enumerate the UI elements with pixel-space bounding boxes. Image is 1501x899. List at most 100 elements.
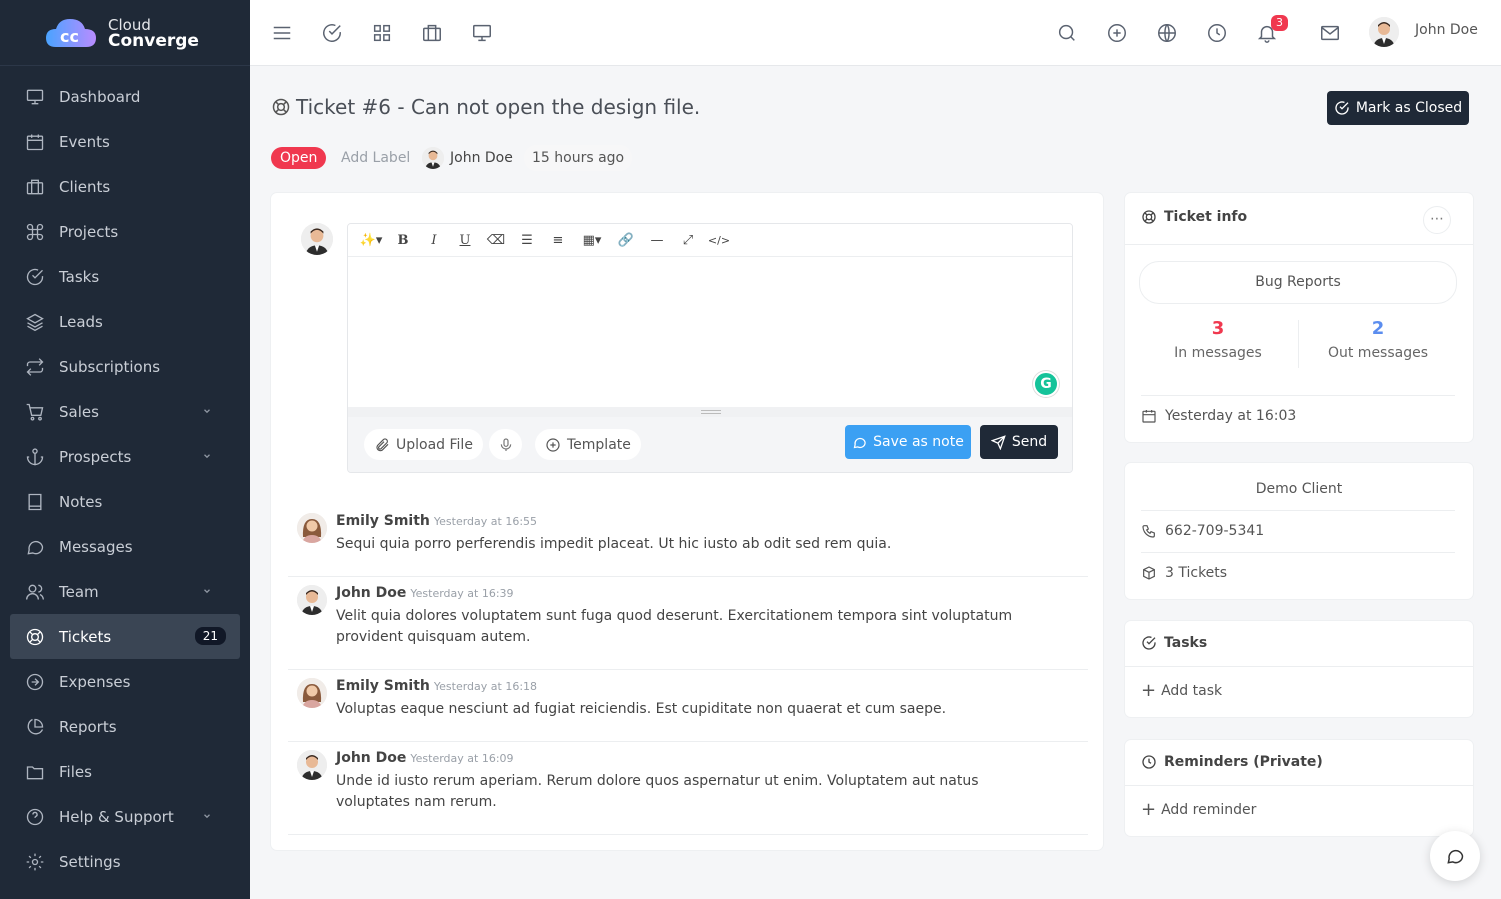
- brand-logo[interactable]: cc Cloud Converge: [0, 0, 250, 66]
- sidebar-item-label: Help & Support: [59, 807, 174, 826]
- upload-file-label: Upload File: [396, 436, 473, 453]
- message-author[interactable]: John Doe: [336, 750, 406, 766]
- sidebar-item-notes[interactable]: Notes: [0, 479, 240, 524]
- plus-circle-icon[interactable]: [1106, 22, 1128, 44]
- sidebar-item-help-support[interactable]: Help & Support: [0, 794, 240, 839]
- chat-widget-button[interactable]: [1430, 831, 1480, 881]
- search-icon[interactable]: [1056, 22, 1078, 44]
- message-author[interactable]: Emily Smith: [336, 678, 430, 694]
- user-name[interactable]: John Doe: [1415, 22, 1478, 38]
- sidebar-item-leads[interactable]: Leads: [0, 299, 240, 344]
- message-item: John Doe Yesterday at 16:39 Velit quia dol…: [288, 577, 1088, 670]
- client-name[interactable]: Demo Client: [1125, 481, 1473, 497]
- box-icon: [1141, 565, 1157, 581]
- tasks-title: Tasks: [1164, 635, 1208, 651]
- monitor-icon[interactable]: [471, 22, 493, 44]
- plus-circle-icon: [545, 437, 561, 453]
- check-circle-icon[interactable]: [321, 22, 343, 44]
- message-author[interactable]: John Doe: [336, 585, 406, 601]
- save-as-note-button[interactable]: Save as note: [845, 425, 971, 459]
- sidebar-item-clients[interactable]: Clients: [0, 164, 240, 209]
- sidebar-item-projects[interactable]: Projects: [0, 209, 240, 254]
- sidebar-item-expenses[interactable]: Expenses: [0, 659, 240, 704]
- sidebar-item-tasks[interactable]: Tasks: [0, 254, 240, 299]
- mail-icon[interactable]: [1319, 22, 1341, 44]
- save-as-note-label: Save as note: [873, 434, 964, 450]
- anchor-icon: [25, 447, 45, 467]
- send-button[interactable]: Send: [980, 425, 1058, 459]
- message-body: Voluptas eaque nesciunt ad fugiat reicie…: [336, 701, 947, 717]
- assignee-avatar: [422, 147, 444, 169]
- paperclip-icon: [374, 437, 390, 453]
- reminders-panel: Reminders (Private) + Add reminder: [1125, 740, 1473, 836]
- fullscreen-icon[interactable]: ⤢: [674, 228, 702, 252]
- more-options-icon[interactable]: ⋯: [1423, 206, 1451, 234]
- sidebar-item-team[interactable]: Team: [0, 569, 240, 614]
- sidebar-item-reports[interactable]: Reports: [0, 704, 240, 749]
- upload-file-button[interactable]: Upload File: [364, 429, 483, 460]
- horizontal-rule-icon[interactable]: —: [643, 228, 671, 252]
- sidebar-item-dashboard[interactable]: Dashboard: [0, 74, 240, 119]
- message-body: Sequi quia porro perferendis impedit pla…: [336, 536, 892, 552]
- sidebar-item-label: Sales: [59, 402, 99, 421]
- help-circle-icon: [25, 807, 45, 827]
- sidebar-item-sales[interactable]: Sales: [0, 389, 240, 434]
- sidebar-item-subscriptions[interactable]: Subscriptions: [0, 344, 240, 389]
- numbered-list-icon[interactable]: ≡: [544, 228, 572, 252]
- client-panel: Demo Client 662-709-5341 3 Tickets: [1125, 463, 1473, 599]
- add-task-button[interactable]: + Add task: [1141, 682, 1222, 700]
- grammarly-icon[interactable]: G: [1033, 371, 1059, 397]
- composer-avatar: [301, 223, 333, 255]
- bold-icon[interactable]: B: [389, 228, 417, 252]
- reminders-heading: Reminders (Private): [1141, 754, 1323, 770]
- link-icon[interactable]: 🔗: [612, 228, 640, 252]
- briefcase-icon[interactable]: [421, 22, 443, 44]
- check-circle-icon: [25, 267, 45, 287]
- chevron-down-icon: [202, 406, 212, 416]
- client-tickets[interactable]: 3 Tickets: [1141, 565, 1227, 581]
- table-icon[interactable]: ▦▾: [575, 228, 609, 252]
- cart-icon: [25, 402, 45, 422]
- folder-icon: [25, 762, 45, 782]
- sidebar-item-label: Tasks: [59, 267, 100, 286]
- code-view-icon[interactable]: </>: [705, 228, 733, 252]
- clock-icon[interactable]: [1206, 22, 1228, 44]
- add-label-link[interactable]: Add Label: [341, 150, 410, 166]
- underline-icon[interactable]: U: [451, 228, 479, 252]
- italic-icon[interactable]: I: [420, 228, 448, 252]
- microphone-button[interactable]: [489, 429, 522, 460]
- sidebar-item-label: Prospects: [59, 447, 132, 466]
- sidebar-item-files[interactable]: Files: [0, 749, 240, 794]
- sidebar-item-tickets[interactable]: Tickets 21: [10, 614, 240, 659]
- send-label: Send: [1011, 434, 1048, 450]
- client-phone[interactable]: 662-709-5341: [1141, 523, 1264, 539]
- client-phone-text: 662-709-5341: [1165, 523, 1265, 539]
- add-reminder-button[interactable]: + Add reminder: [1141, 801, 1257, 819]
- editor-resize-handle[interactable]: [348, 407, 1072, 417]
- sidebar-item-events[interactable]: Events: [0, 119, 240, 164]
- editor-text-area[interactable]: G: [348, 257, 1072, 407]
- message-author[interactable]: Emily Smith: [336, 513, 430, 529]
- user-avatar[interactable]: [1369, 17, 1399, 47]
- assignee[interactable]: John Doe: [422, 147, 513, 169]
- sidebar-item-messages[interactable]: Messages: [0, 524, 240, 569]
- grid-icon[interactable]: [371, 22, 393, 44]
- out-messages-stat: 2 Out messages: [1298, 318, 1458, 361]
- add-reminder-label: Add reminder: [1161, 802, 1257, 818]
- magic-wand-icon[interactable]: ✨▾: [356, 228, 386, 252]
- bullet-list-icon[interactable]: ☰: [513, 228, 541, 252]
- globe-icon[interactable]: [1156, 22, 1178, 44]
- mark-closed-button[interactable]: Mark as Closed: [1327, 91, 1469, 125]
- eraser-icon[interactable]: ⌫: [482, 228, 510, 252]
- sidebar-item-prospects[interactable]: Prospects: [0, 434, 240, 479]
- message-time: Yesterday at 16:55: [433, 515, 538, 528]
- menu-icon[interactable]: [271, 22, 293, 44]
- message-body: Unde id iusto rerum aperiam. Rerum dolor…: [336, 773, 979, 810]
- status-badge[interactable]: Open: [271, 147, 327, 169]
- message-item: Emily Smith Yesterday at 16:55 Sequi quia …: [288, 505, 1088, 577]
- ticket-info-panel: Ticket info ⋯ Bug Reports 3 In messages …: [1125, 193, 1473, 442]
- book-icon: [25, 492, 45, 512]
- template-button[interactable]: Template: [535, 429, 641, 460]
- sidebar-item-settings[interactable]: Settings: [0, 839, 240, 884]
- tickets-count-badge: 21: [194, 627, 226, 645]
